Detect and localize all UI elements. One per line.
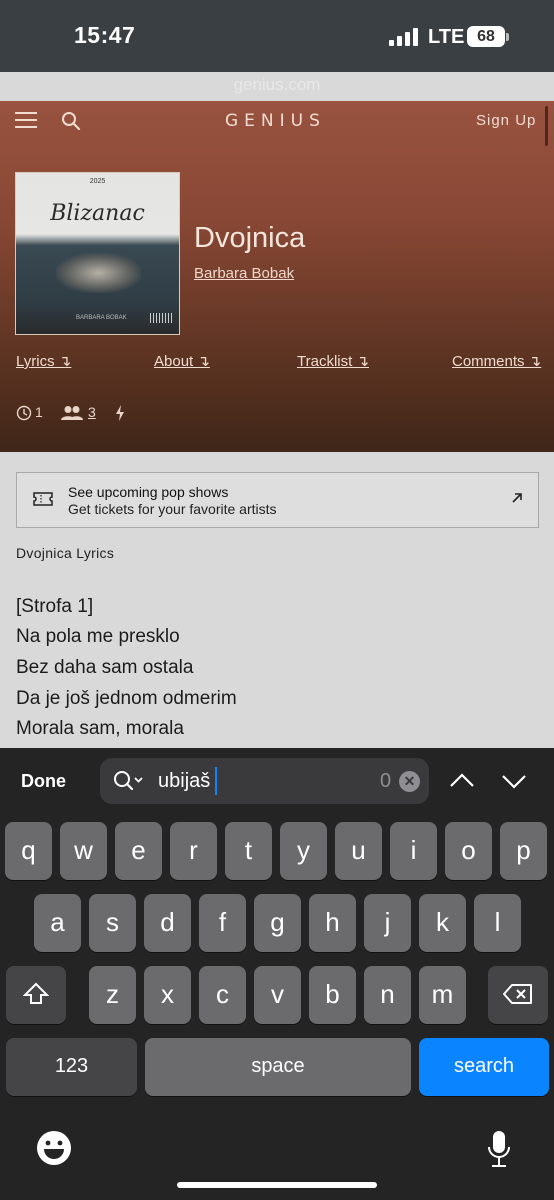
page-scrollbar[interactable] — [545, 106, 548, 146]
key-y[interactable]: y — [280, 822, 327, 880]
versions-count[interactable]: 1 — [35, 404, 43, 420]
key-f[interactable]: f — [199, 894, 246, 952]
emoji-icon[interactable] — [36, 1130, 72, 1166]
ticket-icon — [33, 492, 53, 506]
key-z[interactable]: z — [89, 966, 136, 1024]
promo-title: See upcoming pop shows — [68, 484, 229, 500]
network-type: LTE — [428, 26, 465, 48]
space-key[interactable]: space — [145, 1038, 411, 1096]
album-cover[interactable]: 2025 Blizanac BARBARA BOBAK — [15, 172, 180, 335]
lyric-line: [Strofa 1] — [16, 596, 94, 617]
key-i[interactable]: i — [390, 822, 437, 880]
key-b[interactable]: b — [309, 966, 356, 1024]
key-d[interactable]: d — [144, 894, 191, 952]
lyric-line: Na pola me presklo — [16, 626, 180, 647]
key-g[interactable]: g — [254, 894, 301, 952]
home-indicator — [177, 1182, 377, 1188]
battery-tip — [506, 33, 509, 41]
find-query[interactable]: ubijaš — [158, 770, 210, 793]
hamburger-menu-icon[interactable] — [15, 112, 37, 128]
artist-link[interactable]: Barbara Bobak — [194, 265, 294, 282]
key-v[interactable]: v — [254, 966, 301, 1024]
lyric-line: Bez daha sam ostala — [16, 657, 194, 678]
nav-comments[interactable]: Comments ↴ — [452, 352, 541, 370]
key-k[interactable]: k — [419, 894, 466, 952]
lyrics-heading: Dvojnica Lyrics — [16, 545, 115, 561]
sign-up-link[interactable]: Sign Up — [476, 112, 536, 129]
clear-icon[interactable]: ✕ — [399, 771, 420, 792]
key-o[interactable]: o — [445, 822, 492, 880]
genius-logo[interactable]: GENIUS — [225, 111, 326, 131]
key-h[interactable]: h — [309, 894, 356, 952]
shift-key[interactable] — [6, 966, 66, 1024]
promo-subtitle: Get tickets for your favorite artists — [68, 501, 277, 517]
delete-key[interactable] — [488, 966, 548, 1024]
clock-icon — [16, 405, 32, 421]
status-bar: 15:47 LTE 68 genius.com — [0, 0, 554, 94]
contributors-count[interactable]: 3 — [88, 404, 96, 420]
search-icon[interactable] — [61, 111, 81, 131]
contributors-icon — [61, 406, 83, 420]
chevron-down-icon[interactable] — [500, 770, 528, 792]
nav-lyrics[interactable]: Lyrics ↴ — [16, 352, 71, 370]
key-n[interactable]: n — [364, 966, 411, 1024]
song-title: Dvojnica — [194, 222, 306, 254]
key-m[interactable]: m — [419, 966, 466, 1024]
lightning-icon[interactable] — [115, 405, 125, 421]
microphone-icon[interactable] — [487, 1130, 511, 1168]
search-key[interactable]: search — [419, 1038, 549, 1096]
promo-banner[interactable]: See upcoming pop shows Get tickets for y… — [16, 472, 539, 528]
done-button[interactable]: Done — [21, 771, 66, 792]
shift-icon — [22, 982, 50, 1004]
match-count: 0 — [380, 770, 392, 792]
key-r[interactable]: r — [170, 822, 217, 880]
key-s[interactable]: s — [89, 894, 136, 952]
key-u[interactable]: u — [335, 822, 382, 880]
key-e[interactable]: e — [115, 822, 162, 880]
backspace-icon — [503, 984, 532, 1004]
key-t[interactable]: t — [225, 822, 272, 880]
key-p[interactable]: p — [500, 822, 547, 880]
battery-icon: 68 — [467, 26, 505, 47]
key-a[interactable]: a — [34, 894, 81, 952]
key-q[interactable]: q — [5, 822, 52, 880]
text-caret — [215, 767, 217, 795]
nav-about[interactable]: About ↴ — [154, 352, 210, 370]
lyric-line: Da je još jednom odmerim — [16, 688, 237, 709]
external-arrow-icon — [512, 493, 522, 503]
chevron-up-icon[interactable] — [448, 770, 476, 792]
key-x[interactable]: x — [144, 966, 191, 1024]
key-w[interactable]: w — [60, 822, 107, 880]
numbers-key[interactable]: 123 — [6, 1038, 137, 1096]
nav-tracklist[interactable]: Tracklist ↴ — [297, 352, 369, 370]
key-c[interactable]: c — [199, 966, 246, 1024]
status-time: 15:47 — [74, 22, 136, 48]
key-l[interactable]: l — [474, 894, 521, 952]
key-j[interactable]: j — [364, 894, 411, 952]
browser-url[interactable]: genius.com — [0, 75, 554, 95]
lyric-line: Morala sam, morala — [16, 718, 184, 739]
barcode — [150, 313, 174, 323]
search-options-icon[interactable] — [113, 770, 145, 792]
signal-icon — [389, 28, 419, 46]
